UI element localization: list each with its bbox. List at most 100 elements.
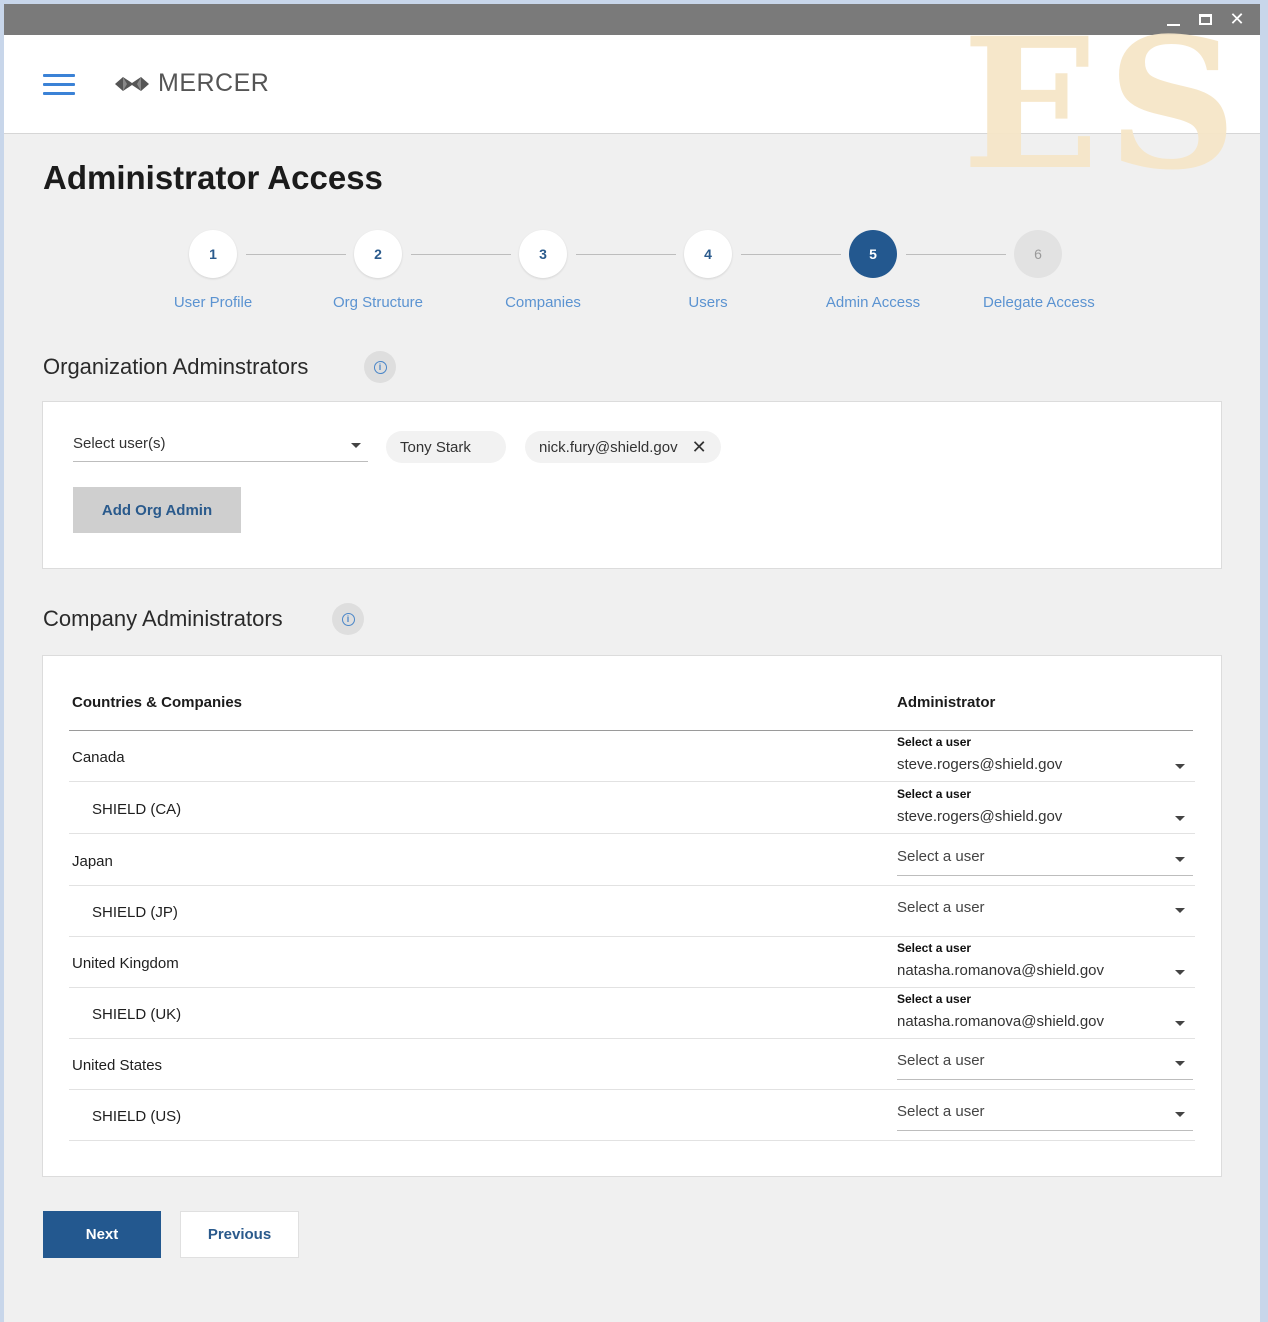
table-row: Japan Select a user [69,835,1195,886]
country-label: Japan [72,853,113,870]
mercer-logo-icon [115,76,149,91]
select-floating-label: Select a user [897,941,972,955]
step-number: 6 [1014,230,1062,278]
mercer-logo: MERCER [114,69,269,98]
select-placeholder: Select a user [897,899,985,916]
table-row: United Kingdom Select a user natasha.rom… [69,937,1195,988]
step-users[interactable]: 4 Users [653,230,763,311]
company-label: SHIELD (CA) [92,801,182,818]
administrator-select[interactable]: Select a user steve.rogers@shield.gov [897,783,1193,834]
step-label: Companies [505,294,581,311]
table-row: SHIELD (UK) Select a user natasha.romano… [69,988,1195,1039]
company-admins-heading: Company Administrators [43,606,283,631]
table-row: Canada Select a user steve.rogers@shield… [69,731,1195,782]
step-number: 1 [189,230,237,278]
select-users-placeholder: Select user(s) [73,435,166,452]
table-row: SHIELD (CA) Select a user steve.rogers@s… [69,783,1195,834]
administrator-select[interactable]: Select a user steve.rogers@shield.gov [897,731,1193,782]
org-admins-info-button[interactable]: i [364,351,396,383]
select-floating-label: Select a user [897,992,972,1006]
select-placeholder: Select a user [897,1103,985,1120]
caret-down-icon [1175,908,1185,913]
maximize-button[interactable] [1196,9,1214,29]
column-header-companies: Countries & Companies [72,694,243,711]
hamburger-icon [43,74,75,77]
caret-down-icon [351,443,361,448]
company-label: SHIELD (UK) [92,1006,182,1023]
step-org-structure[interactable]: 2 Org Structure [323,230,433,311]
caret-down-icon [1175,857,1185,862]
table-row: SHIELD (JP) Select a user [69,886,1195,937]
step-companies[interactable]: 3 Companies [488,230,598,311]
step-label: Admin Access [825,294,921,311]
select-value: natasha.romanova@shield.gov [897,962,1105,979]
administrator-select[interactable]: Select a user natasha.romanova@shield.go… [897,937,1193,988]
app-window: ✕ ES MERCER Administrator Access 1 User … [4,4,1260,1322]
step-admin-access[interactable]: 5 Admin Access [818,230,928,311]
step-label: Org Structure [332,294,424,311]
caret-down-icon [1175,816,1185,821]
step-label: Delegate Access [983,294,1095,311]
caret-down-icon [1175,1061,1185,1066]
administrator-select[interactable]: Select a user natasha.romanova@shield.go… [897,988,1193,1039]
country-label: Canada [72,749,125,766]
caret-down-icon [1175,1112,1185,1117]
close-button[interactable]: ✕ [1228,8,1246,30]
user-chip: nick.fury@shield.gov ✕ [525,431,721,463]
step-label: Users [688,294,728,311]
select-placeholder: Select a user [897,848,985,865]
country-label: United Kingdom [72,955,179,972]
info-icon: i [341,612,355,626]
page-title: Administrator Access [43,159,383,196]
menu-button[interactable] [43,74,75,96]
step-user-profile[interactable]: 1 User Profile [158,230,268,311]
org-admins-heading: Organization Adminstrators [43,354,309,379]
logo-text: MERCER [158,69,270,97]
administrator-select[interactable]: Select a user [897,835,1193,886]
minimize-button[interactable] [1164,9,1182,29]
caret-down-icon [1175,764,1185,769]
chip-label: Tony Stark [400,438,471,456]
next-button[interactable]: Next [43,1211,161,1258]
administrator-select[interactable]: Select a user [897,886,1193,937]
select-value: steve.rogers@shield.gov [897,756,1063,773]
table-row: SHIELD (US) Select a user [69,1090,1195,1141]
caret-down-icon [1175,1021,1185,1026]
select-floating-label: Select a user [897,735,972,749]
watermark-logo: ES [962,4,1246,210]
step-number: 5 [849,230,897,278]
select-floating-label: Select a user [897,787,972,801]
select-placeholder: Select a user [897,1052,985,1069]
maximize-icon [1198,13,1212,25]
close-icon: ✕ [1229,8,1245,30]
company-label: SHIELD (US) [92,1108,182,1125]
company-admins-card: Countries & Companies Administrator Cana… [42,655,1222,1177]
select-value: natasha.romanova@shield.gov [897,1013,1105,1030]
administrator-select[interactable]: Select a user [897,1090,1193,1141]
title-bar: ✕ [4,4,1260,35]
minimize-icon [1166,24,1180,26]
info-icon: i [373,360,387,374]
country-label: United States [72,1057,163,1074]
step-number: 4 [684,230,732,278]
add-org-admin-button[interactable]: Add Org Admin [73,487,241,533]
previous-button[interactable]: Previous [180,1211,299,1258]
step-label: User Profile [173,294,253,311]
company-label: SHIELD (JP) [92,904,178,921]
chip-label: nick.fury@shield.gov [539,438,678,456]
table-row: United States Select a user [69,1039,1195,1090]
remove-chip-icon[interactable]: ✕ [692,438,707,456]
administrator-select[interactable]: Select a user [897,1039,1193,1090]
progress-stepper: 1 User Profile 2 Org Structure 3 Compani… [164,230,1124,320]
step-number: 2 [354,230,402,278]
app-header: ES MERCER [4,15,1260,195]
step-number: 3 [519,230,567,278]
select-users-dropdown[interactable]: Select user(s) [73,432,368,462]
company-admins-info-button[interactable]: i [332,603,364,635]
caret-down-icon [1175,970,1185,975]
select-value: steve.rogers@shield.gov [897,808,1063,825]
window-controls: ✕ [1164,8,1246,30]
user-chip: Tony Stark [386,431,506,463]
org-admins-card: Select user(s) Tony Stark nick.fury@shie… [42,401,1222,569]
column-header-administrator: Administrator [897,694,996,711]
